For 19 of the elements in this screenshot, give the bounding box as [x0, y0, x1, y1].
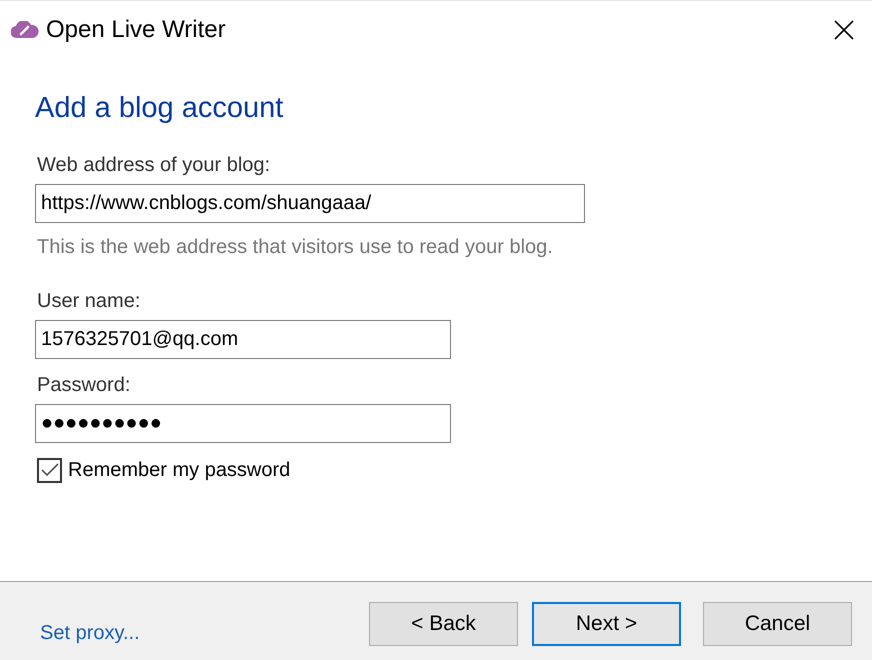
page-heading: Add a blog account — [35, 94, 284, 123]
field-label: Web address of your blog: — [37, 155, 272, 175]
dialog-button[interactable]: Next > — [532, 602, 681, 646]
dialog-button[interactable]: Cancel — [703, 602, 852, 646]
input-field[interactable]: https://www.cnblogs.com/shuangaaa/ — [35, 184, 585, 223]
input-field[interactable]: 1576325701@qq.com — [35, 320, 451, 359]
cloud-pencil-icon — [11, 20, 39, 38]
input-field[interactable]: ●●●●●●●●●● — [35, 404, 451, 443]
field-label: User name: — [37, 291, 142, 311]
remember-checkbox[interactable]: Remember my password — [37, 455, 290, 485]
close-button[interactable] — [832, 18, 856, 42]
close-icon — [834, 20, 854, 40]
window-title: Open Live Writer — [46, 14, 226, 44]
hint-text: This is the web address that visitors use to read your blog. — [37, 237, 554, 257]
dialog-button[interactable]: < Back — [369, 602, 518, 646]
check-icon — [40, 463, 58, 477]
checkbox[interactable] — [37, 458, 62, 482]
set-proxy-link[interactable]: Set proxy... — [40, 618, 140, 648]
field-label: Password: — [37, 375, 132, 395]
